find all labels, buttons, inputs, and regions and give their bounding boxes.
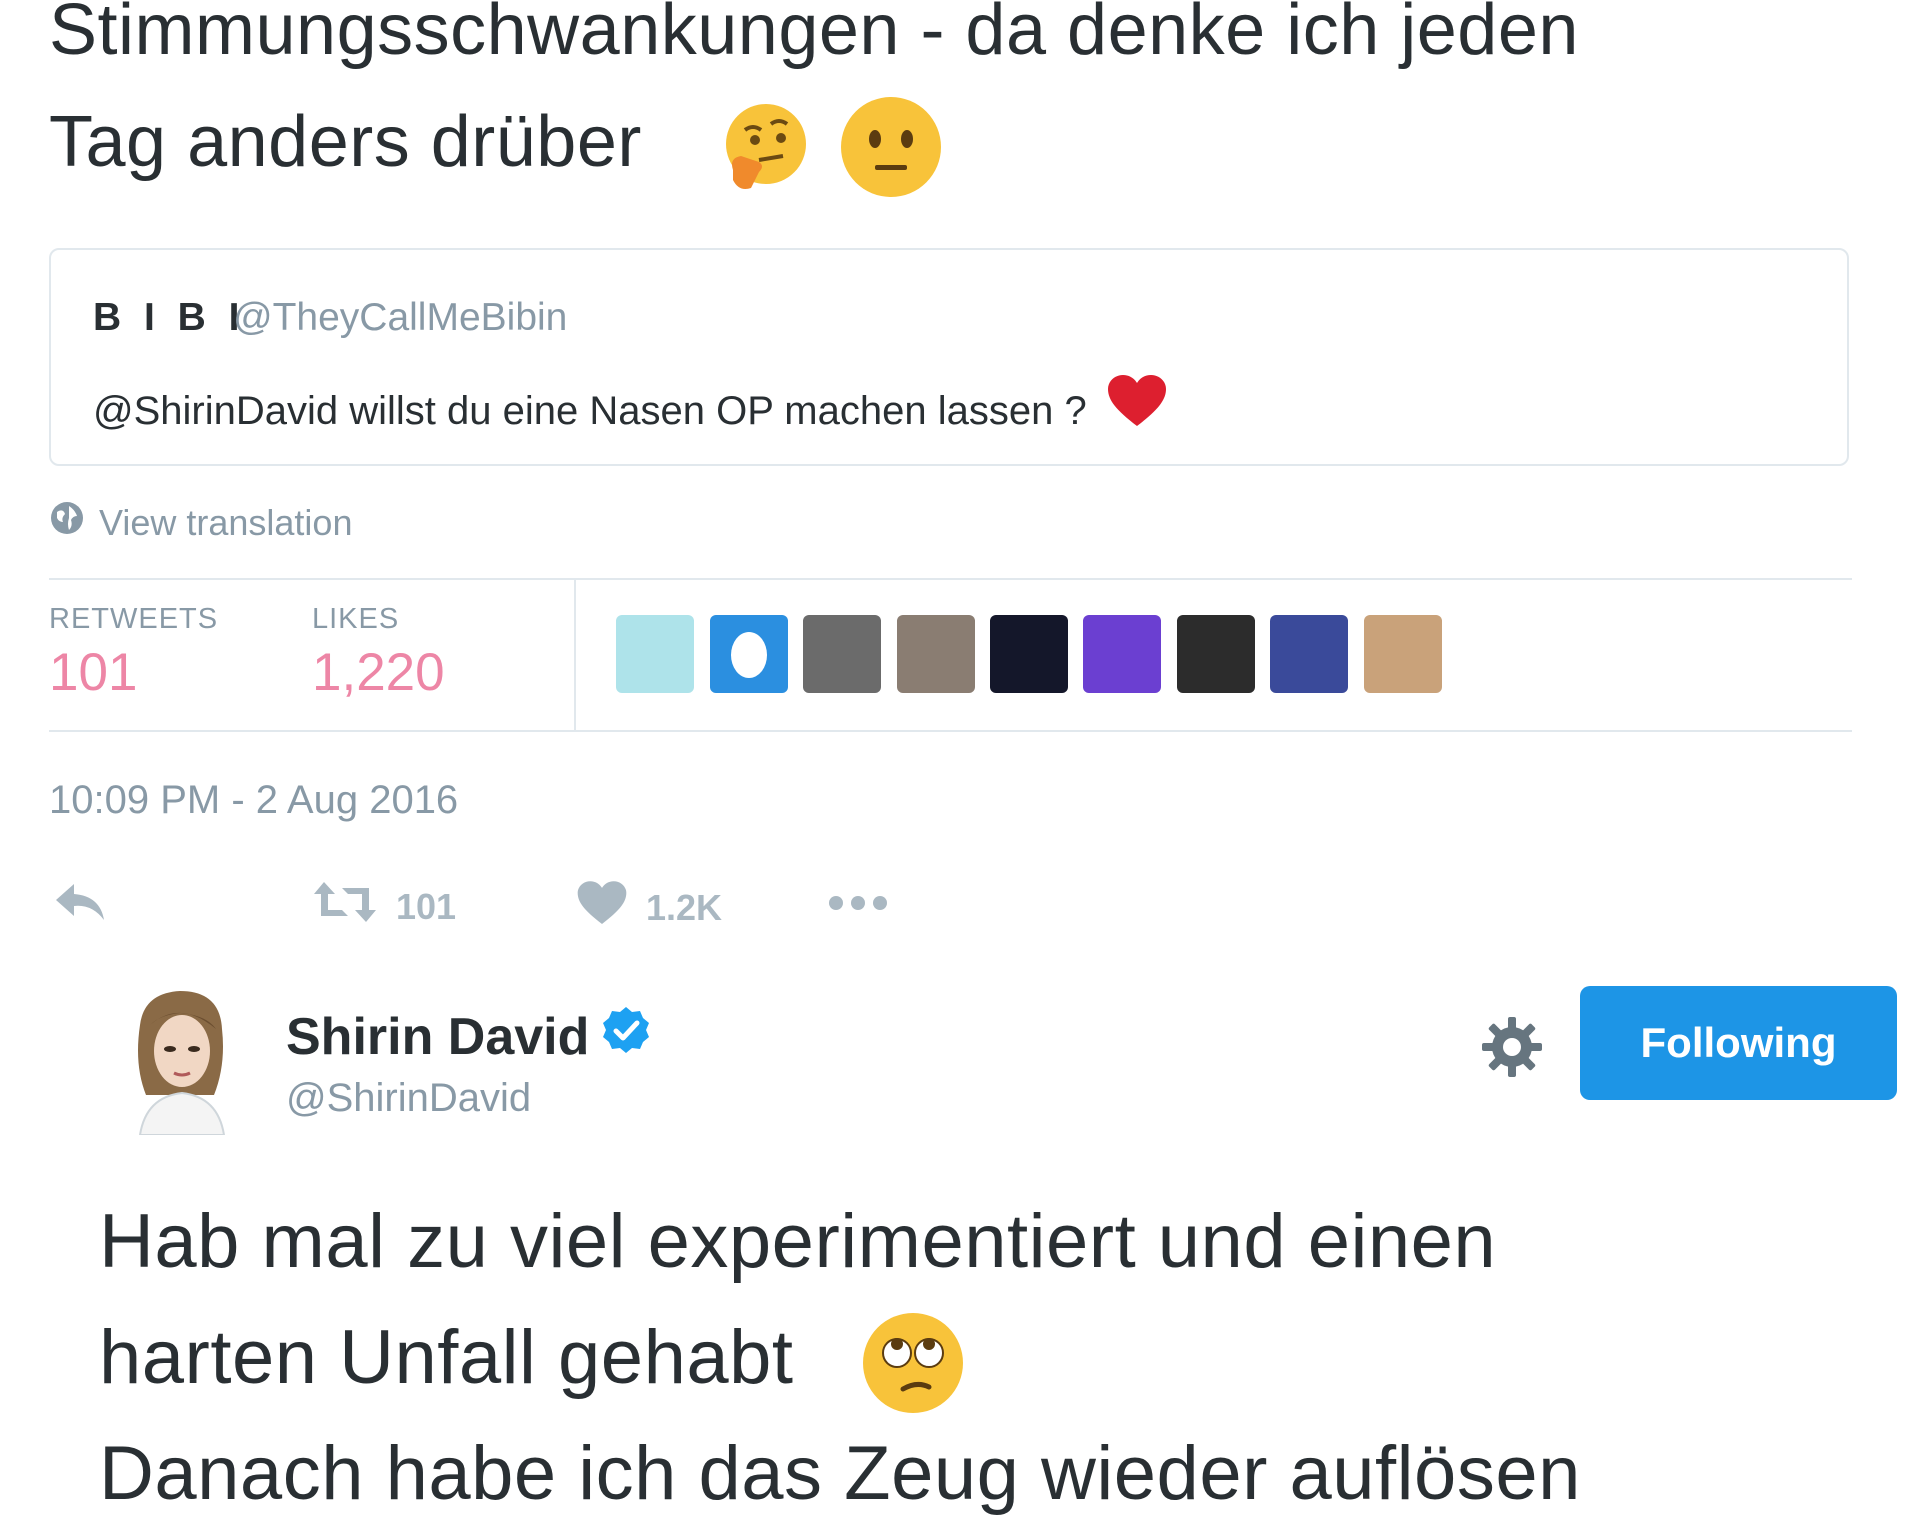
red-heart-emoji-icon [1106, 374, 1168, 438]
retweets-label: RETWEETS [49, 603, 219, 635]
thinking-face-emoji-icon [719, 100, 813, 194]
likes-stat[interactable]: LIKES 1,220 [312, 603, 445, 703]
more-button[interactable] [826, 880, 890, 922]
tweet-text-segment: harten Unfall gehabt [99, 1315, 794, 1400]
face-with-rolling-eyes-emoji-icon [861, 1311, 965, 1415]
liker-avatar[interactable] [1270, 615, 1348, 693]
likes-label: LIKES [312, 603, 400, 635]
retweet-count: 101 [396, 885, 457, 927]
retweet-button[interactable]: 101 [312, 880, 456, 933]
liker-avatar[interactable] [1083, 615, 1161, 693]
quoted-tweet[interactable]: B I B I @TheyCallMeBibin @ShirinDavid wi… [49, 248, 1849, 466]
tweet-text-line: harten Unfall gehabt [99, 1300, 1889, 1416]
tweet-text-segment: Tag anders drüber [49, 102, 642, 182]
quoted-tweet-text: @ShirinDavid willst du eine Nasen OP mac… [93, 374, 1168, 438]
like-count: 1.2K [646, 886, 723, 928]
quoted-author-handle: @TheyCallMeBibin [233, 296, 568, 339]
tweet-text: Stimmungsschwankungen - da denke ich jed… [49, 0, 1879, 199]
reply-icon [52, 880, 108, 933]
author-handle[interactable]: @ShirinDavid [286, 1076, 531, 1121]
liker-avatar[interactable] [990, 615, 1068, 693]
likes-count: 1,220 [312, 643, 445, 702]
settings-button[interactable] [1480, 1015, 1544, 1079]
liker-avatar[interactable] [1364, 615, 1442, 693]
quoted-tweet-text-body: @ShirinDavid willst du eine Nasen OP mac… [93, 389, 1087, 433]
divider [49, 578, 1852, 580]
retweet-icon [312, 880, 378, 933]
tweet-text: Hab mal zu viel experimentiert und einen… [99, 1184, 1889, 1532]
divider-vertical [574, 580, 576, 732]
author-name[interactable]: Shirin David [286, 1005, 651, 1068]
liker-avatar[interactable] [897, 615, 975, 693]
tweet-timestamp[interactable]: 10:09 PM - 2 Aug 2016 [49, 778, 458, 823]
view-translation-label: View translation [99, 501, 353, 543]
quoted-author-name: B I B I [93, 296, 246, 339]
liker-avatar[interactable] [710, 615, 788, 693]
liker-avatar[interactable] [616, 615, 694, 693]
view-translation-link[interactable]: View translation [49, 500, 352, 545]
heart-icon [576, 880, 628, 935]
like-button[interactable]: 1.2K [576, 880, 722, 935]
retweets-count: 101 [49, 643, 138, 702]
gear-icon [1482, 1017, 1542, 1077]
following-button[interactable]: Following [1580, 986, 1897, 1100]
verified-badge-icon [601, 1005, 651, 1068]
neutral-face-emoji-icon [839, 95, 943, 199]
liker-avatar[interactable] [1177, 615, 1255, 693]
retweets-stat[interactable]: RETWEETS 101 [49, 603, 218, 703]
tweet-text-line: Stimmungsschwankungen - da denke ich jed… [49, 0, 1579, 70]
tweet-text-line: Tag anders drüber [49, 86, 1879, 199]
liker-avatar[interactable] [803, 615, 881, 693]
avatar[interactable] [110, 985, 250, 1136]
reply-button[interactable] [52, 880, 108, 933]
more-dots-icon [826, 880, 890, 922]
divider [49, 730, 1852, 732]
tweet-text-line: Danach habe ich das Zeug wieder auflösen [99, 1431, 1581, 1516]
globe-icon [49, 500, 85, 545]
tweet-text-line: Hab mal zu viel experimentiert und einen [99, 1199, 1497, 1284]
egg-icon [731, 632, 767, 678]
author-name-text: Shirin David [286, 1007, 590, 1066]
